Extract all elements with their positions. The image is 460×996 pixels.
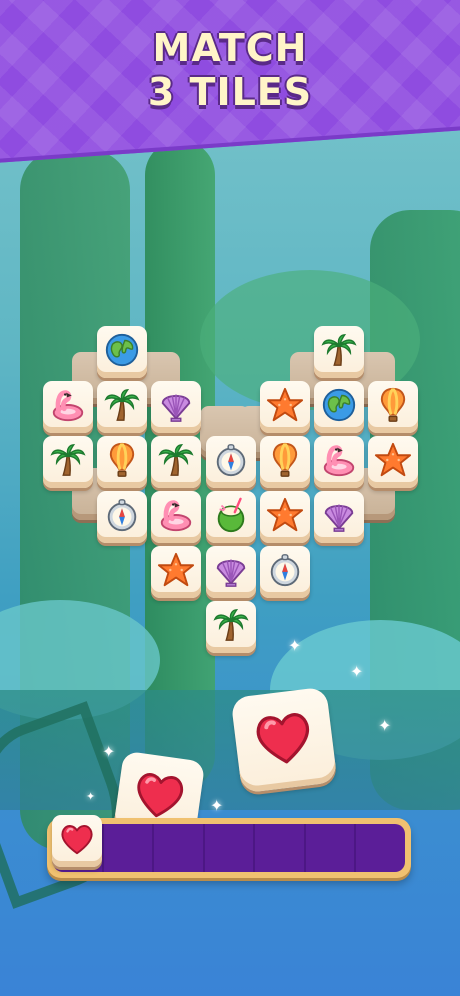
balloon-icon — [109, 442, 135, 477]
heart-icon — [61, 825, 93, 855]
sparkle-icon: ✦ — [350, 662, 364, 681]
board-tile[interactable] — [97, 491, 147, 543]
board-tile[interactable] — [151, 491, 201, 543]
sparkle-icon: ✦ — [378, 716, 392, 735]
flamingo-icon — [52, 390, 84, 422]
balloon-icon — [272, 442, 298, 477]
tray-slots — [53, 824, 405, 872]
sparkle-icon: ✦ — [210, 796, 224, 815]
flamingo-icon — [323, 445, 355, 477]
flying-tile — [230, 686, 338, 794]
shell-icon — [324, 504, 354, 532]
board-tile[interactable] — [260, 436, 310, 488]
compass-icon — [270, 554, 300, 587]
tray-slot — [255, 824, 306, 872]
board-tile[interactable] — [368, 381, 418, 433]
board-tile[interactable] — [206, 436, 256, 488]
sparkle-icon: ✦ — [102, 742, 116, 761]
starfish-icon — [157, 552, 195, 587]
board-tile[interactable] — [314, 436, 364, 488]
board-tile[interactable] — [368, 436, 418, 488]
board-tile[interactable] — [260, 381, 310, 433]
earth-icon — [105, 333, 139, 367]
board-tile[interactable] — [151, 381, 201, 433]
palm-icon — [213, 609, 249, 641]
heart-icon — [256, 713, 310, 764]
palm-icon — [321, 334, 357, 366]
shell-icon — [216, 559, 246, 587]
tray-slot — [205, 824, 256, 872]
shell-icon — [161, 394, 191, 422]
flamingo-icon — [160, 500, 192, 532]
tray-slot — [154, 824, 205, 872]
board-tile[interactable] — [206, 491, 256, 543]
board-tile[interactable] — [97, 436, 147, 488]
palm-icon — [50, 444, 86, 476]
starfish-icon — [266, 497, 304, 532]
page-title: MATCH 3 TILES — [0, 26, 460, 114]
compass-icon — [107, 499, 137, 532]
board-tile[interactable] — [43, 436, 93, 488]
coconut-icon — [217, 497, 245, 533]
title-line-2: 3 TILES — [147, 70, 313, 114]
palm-icon — [158, 444, 194, 476]
board-tile[interactable] — [43, 381, 93, 433]
compass-icon — [216, 444, 246, 477]
tray-slot — [104, 824, 155, 872]
sparkle-icon: ✦ — [288, 636, 302, 655]
tray-slot — [306, 824, 357, 872]
board-tile[interactable] — [314, 491, 364, 543]
board-tile[interactable] — [206, 546, 256, 598]
board-tile[interactable] — [97, 381, 147, 433]
earth-icon — [322, 388, 356, 422]
board-tile[interactable] — [314, 326, 364, 378]
starfish-icon — [374, 442, 412, 477]
sparkle-icon: ✦ — [86, 790, 96, 803]
board-tile[interactable] — [151, 546, 201, 598]
tray-slot — [356, 824, 405, 872]
board-tile[interactable] — [151, 436, 201, 488]
title-line-1: MATCH — [152, 26, 308, 70]
board-tile[interactable] — [260, 546, 310, 598]
board-tile[interactable] — [260, 491, 310, 543]
board-tile[interactable] — [314, 381, 364, 433]
tray-tile — [52, 815, 102, 867]
board-tile[interactable] — [97, 326, 147, 378]
starfish-icon — [266, 387, 304, 422]
board-tile[interactable] — [206, 601, 256, 653]
balloon-icon — [380, 387, 406, 422]
palm-icon — [104, 389, 140, 421]
